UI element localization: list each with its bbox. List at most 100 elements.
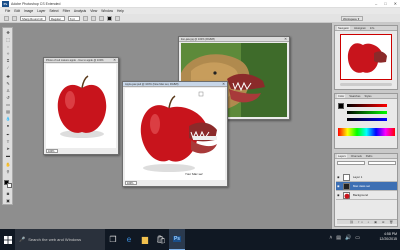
- align-right-button[interactable]: [99, 15, 104, 21]
- eye-icon[interactable]: ◉: [337, 182, 340, 191]
- opacity-field[interactable]: [368, 161, 396, 165]
- type-tool-icon[interactable]: T: [4, 139, 12, 144]
- maximize-button[interactable]: □: [384, 1, 386, 6]
- menu-filter[interactable]: Filter: [63, 9, 70, 13]
- zoom-field[interactable]: 100%: [46, 149, 58, 153]
- chevron-up-icon[interactable]: ˄: [329, 235, 332, 241]
- magic-wand-tool-icon[interactable]: ✧: [4, 51, 12, 56]
- network-icon[interactable]: ▤: [336, 235, 341, 241]
- green-slider[interactable]: [347, 111, 387, 114]
- align-left-button[interactable]: [83, 15, 88, 21]
- close-icon[interactable]: ✕: [113, 58, 116, 63]
- menu-select[interactable]: Select: [49, 9, 58, 13]
- tab-paths[interactable]: Paths: [366, 154, 373, 158]
- eye-icon[interactable]: ◉: [337, 191, 340, 200]
- healing-brush-tool-icon[interactable]: ✚: [4, 74, 12, 79]
- zoom-field[interactable]: 100%: [125, 181, 137, 185]
- document-tab-title[interactable]: lion-jaw.jpg @ 100% (RGB/8): [179, 37, 289, 42]
- foreground-color-swatch[interactable]: [338, 103, 344, 109]
- menu-file[interactable]: File: [5, 9, 10, 13]
- document-window-apple-jaw[interactable]: Apple-jaw.psd @ 100% (New Mac set, RGB/8…: [122, 81, 228, 187]
- start-button[interactable]: [0, 229, 15, 250]
- background-color-swatch[interactable]: [7, 183, 12, 188]
- edge-browser-icon[interactable]: e: [121, 229, 137, 250]
- navigator-preview[interactable]: [340, 34, 392, 80]
- toggle-panel-button[interactable]: [12, 15, 17, 21]
- menu-help[interactable]: Help: [117, 9, 124, 13]
- dodge-tool-icon[interactable]: ●: [4, 123, 12, 128]
- document-tab-title[interactable]: Apple-jaw.psd @ 100% (New Mac set, RGB/8…: [123, 82, 227, 87]
- document-tab-title[interactable]: Photo of red mature apple - Use to apple…: [44, 58, 118, 63]
- volume-icon[interactable]: 🔊: [345, 235, 351, 241]
- eyedropper-tool-icon[interactable]: ⁄: [4, 65, 12, 70]
- size-field[interactable]: 6 pt: [68, 15, 80, 21]
- message-icon[interactable]: ▭: [355, 235, 360, 241]
- file-explorer-icon[interactable]: ▆: [137, 229, 153, 250]
- close-button[interactable]: ✕: [394, 1, 397, 6]
- red-slider[interactable]: [347, 104, 387, 107]
- screen-mode-icon[interactable]: ▣: [4, 198, 12, 203]
- mode-select[interactable]: Regular: [49, 15, 65, 21]
- quick-mask-icon[interactable]: ◙: [4, 191, 12, 196]
- blend-mode-select[interactable]: [337, 161, 365, 165]
- menu-view[interactable]: View: [90, 9, 97, 13]
- clock[interactable]: 4:58 PM 12/20/2015: [379, 232, 397, 242]
- minimize-button[interactable]: –: [375, 1, 377, 6]
- blur-tool-icon[interactable]: 💧: [4, 116, 12, 121]
- clone-stamp-tool-icon[interactable]: ♙: [4, 88, 12, 93]
- menu-image[interactable]: Image: [24, 9, 33, 13]
- path-selection-tool-icon[interactable]: ➤: [4, 146, 12, 151]
- tab-layers[interactable]: Layers: [337, 154, 347, 158]
- brush-preset-field[interactable]: Sharp Round 19: [20, 15, 46, 21]
- gradient-tool-icon[interactable]: ▤: [4, 109, 12, 114]
- tool-preset-button[interactable]: [4, 15, 9, 21]
- document-canvas[interactable]: [46, 64, 116, 148]
- document-window-apple[interactable]: Photo of red mature apple - Use to apple…: [43, 57, 119, 155]
- layer-row[interactable]: ◉ Layer 1: [336, 173, 397, 182]
- close-icon[interactable]: ✕: [222, 82, 225, 87]
- tab-swatches[interactable]: Swatches: [349, 94, 360, 98]
- eye-icon[interactable]: ◉: [337, 173, 340, 182]
- shape-tool-icon[interactable]: ▬: [4, 153, 12, 158]
- layer-row[interactable]: ◉ Background: [336, 191, 397, 200]
- warp-text-button[interactable]: [115, 15, 120, 21]
- document-canvas[interactable]: Your Mac set: [125, 88, 225, 180]
- pen-tool-icon[interactable]: ✒: [4, 132, 12, 137]
- menu-window[interactable]: Window: [101, 9, 113, 13]
- search-placeholder: Search the web and Windows: [28, 237, 82, 242]
- tab-channels[interactable]: Channels: [351, 154, 362, 158]
- menu-edit[interactable]: Edit: [14, 9, 20, 13]
- lasso-tool-icon[interactable]: ◌: [4, 44, 12, 49]
- color-ramp[interactable]: [338, 128, 395, 136]
- layers-panel-footer[interactable]: ⛓ fx ◐ ▣ ⊞ 🗑: [337, 219, 397, 224]
- blue-slider[interactable]: [347, 118, 387, 121]
- close-icon[interactable]: ✕: [284, 37, 287, 42]
- photoshop-taskbar-icon[interactable]: Ps: [169, 229, 185, 250]
- marquee-tool-icon[interactable]: ⬚: [4, 37, 12, 42]
- align-center-button[interactable]: [91, 15, 96, 21]
- hand-tool-icon[interactable]: ✋: [4, 162, 12, 167]
- taskbar-search[interactable]: 🎤 Search the web and Windows: [15, 229, 105, 250]
- tab-color[interactable]: Color: [337, 94, 346, 98]
- menu-layer[interactable]: Layer: [37, 9, 45, 13]
- brush-tool-icon[interactable]: ✎: [4, 81, 12, 86]
- navigator-panel: Navigator Histogram Info: [334, 25, 398, 90]
- layer-row-selected[interactable]: ◉ Mac Jaws set: [336, 182, 397, 191]
- crop-tool-icon[interactable]: ⌗: [4, 58, 12, 63]
- tab-info[interactable]: Info: [370, 26, 374, 30]
- history-brush-tool-icon[interactable]: ↺: [4, 95, 12, 100]
- store-icon[interactable]: 🛍: [153, 229, 169, 250]
- tab-histogram[interactable]: Histogram: [354, 26, 366, 30]
- window-title: Adobe Photoshop CS Extended: [11, 1, 61, 6]
- color-swatch[interactable]: [107, 15, 112, 21]
- move-tool-icon[interactable]: ✥: [4, 30, 12, 35]
- eraser-tool-icon[interactable]: ▭: [4, 102, 12, 107]
- navigator-zoom-slider[interactable]: [340, 83, 392, 86]
- menu-analysis[interactable]: Analysis: [74, 9, 86, 13]
- zoom-tool-icon[interactable]: ⚲: [4, 169, 12, 174]
- tab-styles[interactable]: Styles: [364, 94, 371, 98]
- tab-navigator[interactable]: Navigator: [337, 26, 351, 30]
- layers-tabs: Layers Channels Paths: [335, 154, 397, 159]
- task-view-icon[interactable]: ❐: [105, 229, 121, 250]
- workspace-menu[interactable]: Workspace ▾: [341, 16, 363, 21]
